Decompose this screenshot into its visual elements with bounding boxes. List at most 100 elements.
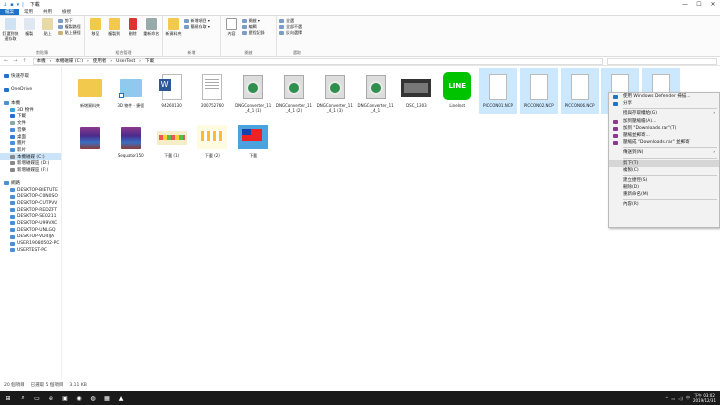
- tab-home[interactable]: 常用: [19, 9, 38, 15]
- minimize-button[interactable]: —: [678, 1, 692, 8]
- nav-item[interactable]: DESKTOP-VD4IJA: [0, 234, 61, 241]
- nav-item[interactable]: 影片: [0, 147, 61, 154]
- file-item[interactable]: [71, 118, 109, 164]
- breadcrumb-usertest[interactable]: UserTest: [116, 59, 135, 64]
- tray-icon[interactable]: ▭: [672, 396, 676, 401]
- paste-shortcut-button[interactable]: 貼上捷徑: [57, 30, 81, 36]
- history-button[interactable]: 歷程記錄: [241, 30, 265, 36]
- file-item[interactable]: 3D 物件 - 捷徑: [112, 68, 150, 114]
- forward-button[interactable]: →: [13, 58, 17, 64]
- tray-icon[interactable]: 中: [686, 395, 690, 401]
- context-menu-item[interactable]: 剪下(T): [609, 159, 719, 167]
- nav-item[interactable]: 文件: [0, 120, 61, 127]
- task-view-button[interactable]: ▭: [30, 391, 44, 405]
- file-item[interactable]: PICCON02.NCP: [519, 68, 558, 114]
- clock[interactable]: 下午 03:02 2019/12/31: [693, 393, 716, 403]
- breadcrumb-sep[interactable]: ›: [50, 59, 52, 64]
- nav-item[interactable]: 本機磁碟 (C:): [0, 153, 61, 160]
- edge-browser-button[interactable]: e: [44, 391, 58, 405]
- explorer-button[interactable]: ▣: [58, 391, 72, 405]
- context-menu-item[interactable]: 加到壓縮檔(A)...: [609, 118, 719, 125]
- context-menu-item[interactable]: 複製(C): [609, 167, 719, 174]
- chrome-button[interactable]: ◉: [72, 391, 86, 405]
- file-item[interactable]: PICCON06.NCP: [560, 68, 599, 114]
- context-menu-item[interactable]: 建立捷徑(S): [609, 177, 719, 184]
- context-menu-item[interactable]: 分享: [609, 100, 719, 107]
- file-item[interactable]: 下載 (1): [153, 118, 191, 164]
- tray-icon[interactable]: ◁): [678, 396, 683, 401]
- file-item[interactable]: 下載 (2): [193, 118, 231, 164]
- file-item[interactable]: DSC_1303: [397, 68, 435, 114]
- quick-access-down-icon[interactable]: ↓: [3, 2, 7, 8]
- move-to-button[interactable]: 移至: [87, 18, 104, 36]
- nav-item[interactable]: 新增磁碟區 (F:): [0, 167, 61, 174]
- maximize-button[interactable]: ☐: [692, 1, 706, 8]
- nav-item[interactable]: DESKTOP-U99VXC: [0, 220, 61, 227]
- nav-item[interactable]: 音樂: [0, 127, 61, 134]
- nav-item[interactable]: DESKTOP-SE0211: [0, 213, 61, 220]
- address-path[interactable]: 本機 › 本機磁碟 (C:) › 使用者 › UserTest › 下載: [32, 57, 603, 65]
- context-menu-item[interactable]: 授與存取權給(G) ›: [609, 110, 719, 117]
- file-item[interactable]: Sequator150: [112, 118, 150, 164]
- file-item[interactable]: DNGConverter_11_4_1 (2): [275, 68, 313, 114]
- nav-item[interactable]: 圖片: [0, 140, 61, 147]
- file-item[interactable]: DNGConverter_11_4_1 (3): [316, 68, 354, 114]
- file-item[interactable]: DNGConverter_11_4_1: [357, 68, 395, 114]
- nav-item[interactable]: 網路: [0, 180, 61, 187]
- nav-item[interactable]: 本機: [0, 100, 61, 107]
- nav-item[interactable]: DESKTOP-BIETUTE: [0, 187, 61, 194]
- tab-file[interactable]: 檔案: [0, 9, 19, 15]
- context-menu-item[interactable]: 使用 Windows Defender 掃描...: [609, 93, 719, 100]
- nav-item[interactable]: 快速存取: [0, 73, 61, 80]
- file-item[interactable]: DNGConverter_11_4_1 (1): [234, 68, 272, 114]
- search-button[interactable]: ⌕: [16, 391, 30, 405]
- properties-button[interactable]: 內容: [223, 18, 240, 36]
- context-menu-item[interactable]: 加到 "Downloads.rar"(T): [609, 125, 719, 132]
- nav-item[interactable]: 桌面: [0, 133, 61, 140]
- invert-selection-button[interactable]: 反向選擇: [279, 30, 315, 36]
- tab-view[interactable]: 檢視: [57, 9, 76, 15]
- nav-item[interactable]: 下載: [0, 113, 61, 120]
- close-button[interactable]: ✕: [706, 1, 720, 8]
- up-button[interactable]: ↑: [22, 58, 26, 64]
- nav-item[interactable]: DESKTOP-REDZFT: [0, 207, 61, 214]
- paste-button[interactable]: 貼上: [39, 18, 56, 36]
- nav-item[interactable]: DESKTOP-CUTPVV: [0, 200, 61, 207]
- app-button[interactable]: ▦: [100, 391, 114, 405]
- file-item[interactable]: 新增資料夾: [71, 68, 109, 114]
- breadcrumb-sep[interactable]: ›: [139, 59, 141, 64]
- nav-item[interactable]: USER19080502-PC: [0, 240, 61, 247]
- nav-item[interactable]: DESKTOP-C0N0SO: [0, 193, 61, 200]
- breadcrumb-users[interactable]: 使用者: [93, 58, 107, 64]
- nav-item[interactable]: 新增磁碟區 (D:): [0, 160, 61, 167]
- nav-item[interactable]: 3D 物件: [0, 106, 61, 113]
- context-menu-item[interactable]: 內容(R): [609, 201, 719, 208]
- copy-button[interactable]: 複製: [21, 18, 38, 36]
- breadcrumb-sep[interactable]: ›: [110, 59, 112, 64]
- context-menu-item[interactable]: 重新命名(M): [609, 191, 719, 198]
- context-menu-item[interactable]: 壓縮並郵寄...: [609, 132, 719, 139]
- breadcrumb-drive-c[interactable]: 本機磁碟 (C:): [55, 58, 83, 64]
- breadcrumb-this-pc[interactable]: 本機: [37, 58, 46, 64]
- file-item[interactable]: 下載: [234, 118, 272, 164]
- nav-item[interactable]: USERTEST-PC: [0, 247, 61, 254]
- breadcrumb-sep[interactable]: ›: [87, 59, 89, 64]
- tray-icon[interactable]: ^: [665, 396, 668, 401]
- context-menu-item[interactable]: 刪除(D): [609, 184, 719, 191]
- back-button[interactable]: ←: [4, 58, 8, 64]
- copy-to-button[interactable]: 複製到: [106, 18, 123, 36]
- rename-button[interactable]: 重新命名: [143, 18, 160, 36]
- file-item[interactable]: W 94260130: [153, 68, 191, 114]
- context-menu-item[interactable]: 壓縮成 "Downloads.rar" 並郵寄: [609, 139, 719, 146]
- tab-share[interactable]: 共用: [38, 9, 57, 15]
- easy-access-button[interactable]: 簡易存取 ▾: [183, 24, 210, 30]
- file-item[interactable]: LINE LineInst: [438, 68, 476, 114]
- breadcrumb-downloads[interactable]: 下載: [145, 58, 154, 64]
- app-button[interactable]: ▲: [114, 391, 128, 405]
- quick-access-properties-icon[interactable]: ▪: [10, 2, 13, 8]
- quick-access-dropdown-icon[interactable]: ▾: [17, 2, 20, 8]
- context-menu-item[interactable]: 傳送到(N) ›: [609, 149, 719, 156]
- app-button[interactable]: ◍: [86, 391, 100, 405]
- nav-item[interactable]: OneDrive: [0, 86, 61, 93]
- search-input[interactable]: [606, 57, 717, 65]
